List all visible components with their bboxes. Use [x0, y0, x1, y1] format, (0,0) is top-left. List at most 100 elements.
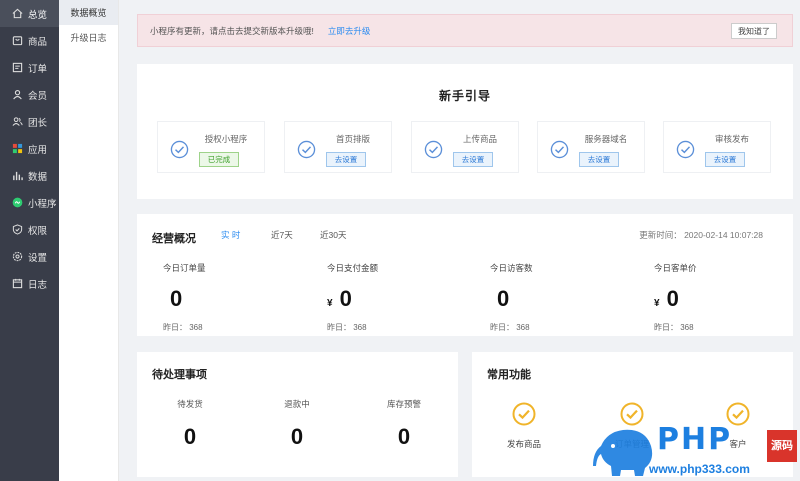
sidebar-item-logs[interactable]: 日志 — [0, 270, 59, 297]
check-circle-icon — [297, 140, 316, 159]
watermark: PHP 源码 www.php333.com — [593, 422, 800, 481]
chart-icon — [11, 170, 23, 182]
metric-unit-price: 今日客单价 ¥0 昨日： 368 — [654, 262, 800, 333]
subnav-item-upgrade-log[interactable]: 升级日志 — [59, 25, 118, 50]
sidebar-item-overview[interactable]: 总览 — [0, 0, 59, 27]
business-overview-card: 经营概况 实 时 近7天 近30天 更新时间： 2020-02-14 10:07… — [137, 214, 793, 336]
step-label: 上传商品 — [462, 134, 497, 144]
todo-item-pending-shipment[interactable]: 待发货 0 — [150, 398, 230, 450]
metric-label: 今日访客数 — [490, 263, 533, 273]
metric-value: 0 — [497, 286, 510, 311]
sidebar-item-orders[interactable]: 订单 — [0, 54, 59, 81]
sidebar-item-goods[interactable]: 商品 — [0, 27, 59, 54]
check-circle-icon — [512, 402, 536, 426]
metric-visitors: 今日访客数 0 昨日： 368 — [490, 262, 650, 333]
common-title: 常用功能 — [487, 369, 531, 381]
watermark-badge: 源码 — [767, 430, 797, 462]
todo-item-refunding[interactable]: 退款中 0 — [257, 398, 337, 450]
metric-value: 0 — [666, 286, 679, 311]
todo-card: 待处理事项 待发货 0 退款中 0 库存预警 0 — [137, 352, 458, 477]
step-setup-button[interactable]: 去设置 — [326, 152, 366, 167]
sidebar-item-label: 数据 — [28, 171, 48, 183]
apps-icon — [11, 143, 23, 155]
step-label: 首页排版 — [335, 134, 370, 144]
overview-title: 经营概况 — [152, 233, 196, 245]
watermark-brand: PHP — [657, 422, 733, 457]
update-time: 更新时间： 2020-02-14 10:07:28 — [639, 230, 763, 240]
log-icon — [11, 278, 23, 290]
sidebar-item-label: 权限 — [28, 225, 48, 237]
metric-value: 0 — [170, 286, 183, 311]
subnav-item-data-overview[interactable]: 数据概览 — [59, 0, 118, 25]
metric-yesterday: 昨日： 368 — [327, 323, 367, 332]
dismiss-button[interactable]: 我知道了 — [731, 23, 777, 39]
metric-payment: 今日支付金额 ¥0 昨日： 368 — [327, 262, 487, 333]
metric-value: 0 — [339, 286, 352, 311]
main-content: 小程序有更新，请点击去提交新版本升级哦! 立即去升级 我知道了 新手引导 授权小… — [119, 0, 800, 481]
beginner-guide-card: 新手引导 授权小程序 已完成 首页排版 去设置 上传商品 去设置 服务器域名 去… — [137, 64, 793, 199]
goods-icon — [11, 35, 23, 47]
user-icon — [11, 89, 23, 101]
func-publish-goods[interactable]: 发布商品 — [484, 402, 564, 450]
metric-value-row: 0 — [490, 286, 650, 312]
todo-item-stock-warning[interactable]: 库存预警 0 — [364, 398, 444, 450]
currency-symbol: ¥ — [327, 298, 333, 309]
check-circle-icon — [550, 140, 569, 159]
metric-label: 今日客单价 — [654, 263, 697, 273]
metric-value-row: 0 — [163, 286, 323, 312]
step-label: 审核发布 — [714, 134, 749, 144]
team-icon — [11, 116, 23, 128]
check-circle-icon — [424, 140, 443, 159]
todo-value: 0 — [290, 424, 304, 449]
todo-value: 0 — [397, 424, 411, 449]
check-circle-icon — [170, 140, 189, 159]
metric-yesterday: 昨日： 368 — [163, 323, 203, 332]
sidebar-item-permissions[interactable]: 权限 — [0, 216, 59, 243]
sidebar-item-data[interactable]: 数据 — [0, 162, 59, 189]
gear-icon — [11, 251, 23, 263]
tab-30-days[interactable]: 近30天 — [320, 229, 346, 241]
currency-symbol: ¥ — [654, 298, 660, 309]
elephant-logo-icon — [593, 429, 653, 476]
upgrade-link[interactable]: 立即去升级 — [328, 25, 371, 37]
step-done-badge: 已完成 — [199, 152, 239, 167]
step-label: 服务器域名 — [584, 134, 628, 144]
guide-step: 服务器域名 去设置 — [537, 121, 645, 173]
sidebar-item-label: 应用 — [28, 144, 48, 156]
todo-value: 0 — [183, 424, 197, 449]
guide-step: 首页排版 去设置 — [284, 121, 392, 173]
guide-step: 授权小程序 已完成 — [157, 121, 265, 173]
todo-title: 待处理事项 — [152, 369, 207, 381]
guide-step: 审核发布 去设置 — [663, 121, 771, 173]
step-setup-button[interactable]: 去设置 — [579, 152, 619, 167]
metric-orders: 今日订单量 0 昨日： 368 — [163, 262, 323, 333]
sidebar-item-members[interactable]: 会员 — [0, 81, 59, 108]
metric-value-row: ¥0 — [327, 286, 487, 312]
tab-7-days[interactable]: 近7天 — [271, 229, 293, 241]
step-label: 授权小程序 — [204, 134, 248, 144]
guide-title: 新手引导 — [438, 89, 491, 103]
miniprogram-icon — [11, 197, 23, 209]
check-circle-icon — [676, 140, 695, 159]
metric-yesterday: 昨日： 368 — [654, 323, 694, 332]
metric-yesterday: 昨日： 368 — [490, 323, 530, 332]
sidebar-item-team-leader[interactable]: 团长 — [0, 108, 59, 135]
metric-label: 今日订单量 — [163, 263, 206, 273]
sidebar-item-apps[interactable]: 应用 — [0, 135, 59, 162]
notice-text: 小程序有更新，请点击去提交新版本升级哦! — [150, 25, 314, 36]
sidebar-item-label: 设置 — [28, 252, 48, 264]
step-setup-button[interactable]: 去设置 — [453, 152, 493, 167]
update-notice: 小程序有更新，请点击去提交新版本升级哦! 立即去升级 我知道了 — [137, 14, 793, 47]
sidebar-item-settings[interactable]: 设置 — [0, 243, 59, 270]
sidebar-item-label: 会员 — [28, 90, 48, 102]
sidebar-item-label: 小程序 — [28, 198, 57, 210]
tab-realtime[interactable]: 实 时 — [221, 229, 240, 241]
func-label: 发布商品 — [506, 439, 541, 449]
main-sidebar: 总览 商品 订单 会员 团长 应用 数据 小程序 权限 设置 日志 — [0, 0, 59, 481]
sidebar-item-label: 订单 — [28, 63, 48, 75]
home-icon — [11, 8, 23, 20]
step-setup-button[interactable]: 去设置 — [705, 152, 745, 167]
sidebar-item-label: 日志 — [28, 279, 48, 291]
sidebar-item-miniprogram[interactable]: 小程序 — [0, 189, 59, 216]
sidebar-item-label: 总览 — [28, 9, 48, 21]
